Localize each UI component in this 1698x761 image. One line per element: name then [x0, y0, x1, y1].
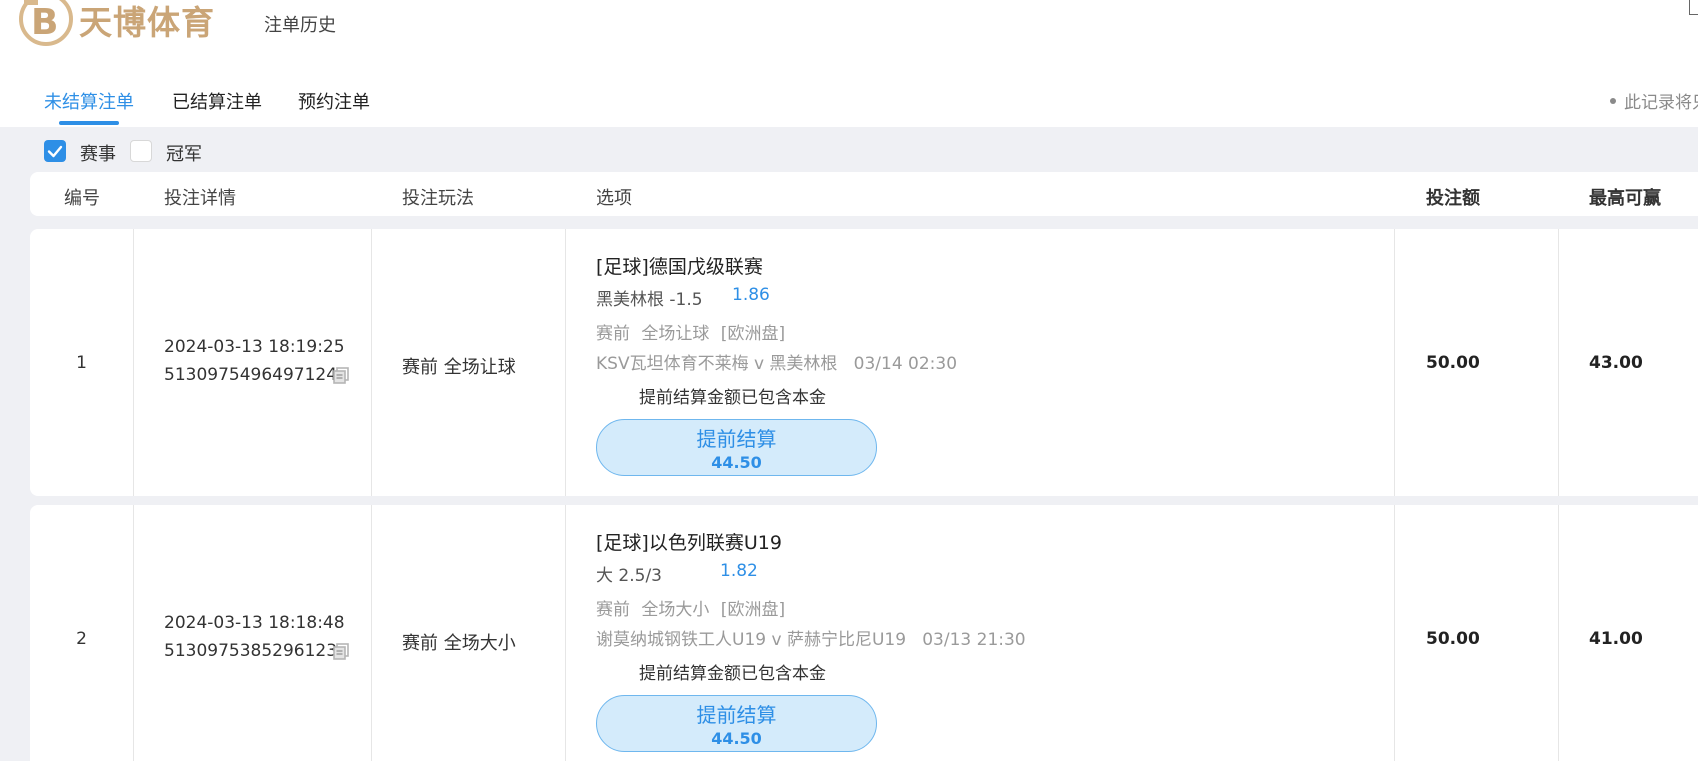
column-divider — [565, 505, 566, 761]
svg-text:B: B — [31, 2, 58, 43]
bet-time: 2024-03-13 18:18:48 — [164, 613, 345, 633]
column-divider — [565, 229, 566, 496]
champion-filter-label[interactable]: 冠军 — [166, 140, 202, 166]
cashout-label: 提前结算 — [696, 427, 777, 451]
column-divider — [1558, 505, 1559, 761]
copy-icon[interactable] — [332, 643, 350, 661]
tab-scheduled[interactable]: 预约注单 — [298, 88, 370, 114]
bet-max-win: 43.00 — [1589, 353, 1643, 373]
table-row: 2 2024-03-13 18:18:48 5130975385296123 赛… — [30, 505, 1698, 761]
column-stake: 投注额 — [1426, 188, 1480, 209]
table-row: 1 2024-03-13 18:19:25 5130975496497124 赛… — [30, 229, 1698, 496]
match-info: KSV瓦坦体育不莱梅 v 黑美林根 03/14 02:30 — [596, 354, 958, 374]
tab-bar: 未结算注单 已结算注单 预约注单 此记录将只 — [0, 68, 1698, 127]
league-name: [足球]以色列联赛U19 — [596, 532, 782, 554]
brand-logo-icon: B — [19, 0, 73, 46]
bet-odds: 1.82 — [720, 561, 758, 581]
tab-unsettled[interactable]: 未结算注单 — [44, 88, 134, 114]
cashout-amount: 44.50 — [711, 453, 762, 472]
column-option: 选项 — [596, 188, 632, 209]
tab-settled[interactable]: 已结算注单 — [172, 88, 262, 114]
table-header: 编号 投注详情 投注玩法 选项 投注额 最高可赢 — [30, 172, 1698, 216]
bet-meta: 赛前 全场让球 [欧洲盘] — [596, 324, 786, 344]
cashout-button[interactable]: 提前结算 44.50 — [596, 419, 877, 476]
column-divider — [1394, 229, 1395, 496]
active-tab-indicator — [59, 121, 119, 125]
bet-id: 5130975385296123 — [164, 641, 338, 661]
page-title: 注单历史 — [264, 15, 336, 36]
bet-max-win: 41.00 — [1589, 629, 1643, 649]
bet-pick: 黑美林根 -1.5 — [596, 290, 703, 310]
bet-play-type: 赛前 全场让球 — [402, 357, 516, 378]
check-icon — [47, 145, 63, 158]
cashout-note: 提前结算金额已包含本金 — [639, 388, 826, 408]
bet-number: 2 — [76, 629, 87, 649]
column-divider — [371, 505, 372, 761]
column-divider — [1394, 505, 1395, 761]
column-play: 投注玩法 — [402, 188, 474, 209]
copy-icon[interactable] — [332, 367, 350, 385]
notice-text: 此记录将只 — [1610, 88, 1698, 113]
event-checkbox[interactable] — [44, 140, 66, 162]
column-divider — [133, 505, 134, 761]
column-divider — [371, 229, 372, 496]
bet-stake: 50.00 — [1426, 353, 1480, 373]
content-area: 赛事 冠军 编号 投注详情 投注玩法 选项 投注额 最高可赢 1 2024-03… — [0, 127, 1698, 761]
bet-stake: 50.00 — [1426, 629, 1480, 649]
bet-meta: 赛前 全场大小 [欧洲盘] — [596, 600, 786, 620]
cashout-amount: 44.50 — [711, 729, 762, 748]
window-corner-icon — [1689, 0, 1698, 15]
bet-number: 1 — [76, 353, 87, 373]
column-divider — [1558, 229, 1559, 496]
column-no: 编号 — [64, 188, 100, 209]
league-name: [足球]德国戊级联赛 — [596, 256, 763, 278]
cashout-label: 提前结算 — [696, 703, 777, 727]
cashout-button[interactable]: 提前结算 44.50 — [596, 695, 877, 752]
brand-name: 天博体育 — [79, 3, 215, 42]
event-filter-label[interactable]: 赛事 — [80, 140, 116, 166]
top-header: B 天博体育 注单历史 — [0, 0, 1698, 69]
bullet-icon — [1610, 98, 1616, 104]
notice-label: 此记录将只 — [1624, 93, 1698, 113]
bet-id: 5130975496497124 — [164, 365, 338, 385]
bet-pick: 大 2.5/3 — [596, 566, 662, 586]
bet-time: 2024-03-13 18:19:25 — [164, 337, 345, 357]
bet-history-page: B 天博体育 注单历史 未结算注单 已结算注单 预约注单 此记录将只 赛事 冠军 — [0, 0, 1698, 761]
column-detail: 投注详情 — [164, 188, 236, 209]
match-info: 谢莫纳城钢铁工人U19 v 萨赫宁比尼U19 03/13 21:30 — [596, 630, 1026, 650]
bet-odds: 1.86 — [732, 285, 770, 305]
champion-checkbox[interactable] — [130, 140, 152, 162]
bet-play-type: 赛前 全场大小 — [402, 633, 516, 654]
column-max-win: 最高可赢 — [1589, 188, 1661, 209]
cashout-note: 提前结算金额已包含本金 — [639, 664, 826, 684]
column-divider — [133, 229, 134, 496]
